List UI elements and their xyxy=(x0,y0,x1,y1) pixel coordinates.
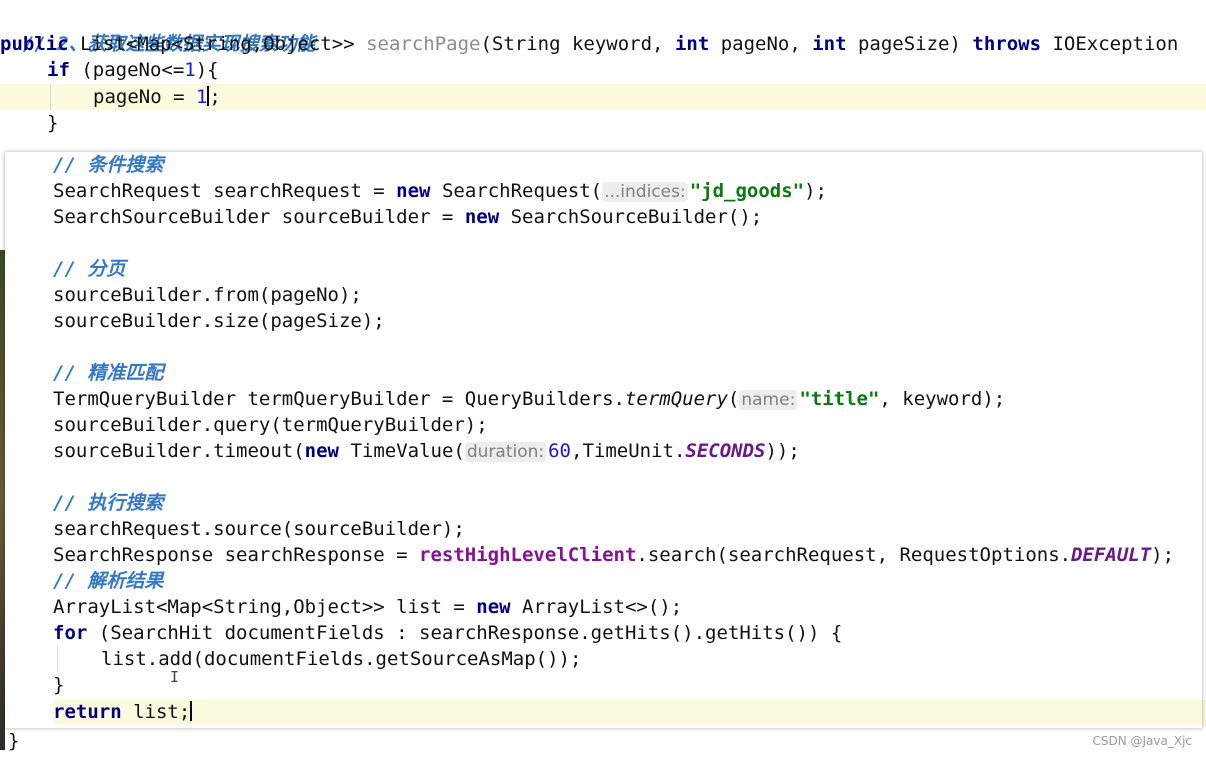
param-pagesize: pageSize) xyxy=(846,33,973,55)
static-field: SECONDS xyxy=(685,440,766,462)
param-hint-indices: ...indices: xyxy=(602,182,688,202)
close-brace: } xyxy=(53,674,65,696)
mouse-ibeam-cursor: I xyxy=(170,668,180,686)
code-text: , keyword); xyxy=(879,388,1006,410)
code-text: ( xyxy=(727,388,740,410)
comment-paging: // 分页 xyxy=(53,256,125,282)
watermark: CSDN @Java_Xjc xyxy=(1092,734,1192,748)
number-literal: 1 xyxy=(184,59,196,81)
keyword-for: for xyxy=(53,622,88,644)
code-text: ,TimeUnit. xyxy=(571,440,686,462)
keyword-return: return xyxy=(53,701,122,723)
params-open: (String keyword, xyxy=(480,33,675,55)
string-literal: "jd_goods" xyxy=(689,180,805,202)
code-line-arraylist[interactable]: ArrayList<Map<String,Object>> list = new… xyxy=(53,594,682,620)
code-comment: // 执行搜索 xyxy=(53,492,164,514)
assign-a: pageNo = xyxy=(93,86,196,108)
code-text: ); xyxy=(1151,544,1175,566)
code-text: SearchSourceBuilder(); xyxy=(499,206,763,228)
code-text: SearchRequest( xyxy=(430,180,603,202)
code-text: ArrayList<Map<String,Object>> list = xyxy=(53,596,477,618)
string-literal: "title" xyxy=(799,388,880,410)
code-text: list.add(documentFields.getSourceAsMap()… xyxy=(101,648,582,670)
code-line-close-for[interactable]: } xyxy=(53,672,64,698)
assign-b: ; xyxy=(209,86,221,108)
param-pageno: pageNo, xyxy=(709,33,813,55)
if-cond-a: (pageNo<= xyxy=(69,59,185,81)
keyword-if: if xyxy=(47,59,70,81)
return-type: List<Map<String,Object>> xyxy=(80,33,367,55)
if-cond-b: ){ xyxy=(195,59,219,81)
comment-exact: // 精准匹配 xyxy=(53,360,163,386)
code-comment: // 解析结果 xyxy=(53,570,164,592)
code-line-search-response[interactable]: SearchResponse searchResponse = restHigh… xyxy=(53,542,1174,568)
indent-guide xyxy=(50,84,51,110)
method-name: searchPage xyxy=(366,33,481,55)
code-line-close-if[interactable]: } xyxy=(47,110,58,136)
number-literal: 1 xyxy=(195,86,208,108)
keyword-int: int xyxy=(812,33,847,55)
code-text: SearchRequest searchRequest = xyxy=(53,180,397,202)
code-text: TermQueryBuilder termQueryBuilder = Quer… xyxy=(53,388,625,410)
code-line-source[interactable]: searchRequest.source(sourceBuilder); xyxy=(53,516,465,542)
code-line-for[interactable]: for (SearchHit documentFields : searchRe… xyxy=(53,620,842,646)
method-termquery: termQuery xyxy=(624,388,728,410)
code-text: sourceBuilder.query(termQueryBuilder); xyxy=(53,414,488,436)
keyword-new: new xyxy=(464,206,500,228)
code-text: .search(searchRequest, RequestOptions. xyxy=(636,544,1072,566)
keyword-new: new xyxy=(304,440,339,462)
field-client: restHighLevelClient xyxy=(419,544,637,566)
close-brace: } xyxy=(8,730,20,752)
code-line-method-signature[interactable]: public List<Map<String,Object>> searchPa… xyxy=(0,31,1178,57)
code-line-term-query[interactable]: TermQueryBuilder termQueryBuilder = Quer… xyxy=(53,386,1005,412)
code-line-close-method[interactable]: } xyxy=(8,728,19,754)
code-text: ArrayList<>(); xyxy=(510,596,683,618)
exception-type: IOException xyxy=(1041,33,1179,55)
code-comment: // 精准匹配 xyxy=(53,362,164,384)
code-text: SearchSourceBuilder sourceBuilder = xyxy=(53,206,465,228)
keyword-public: public xyxy=(0,33,69,55)
code-text: )); xyxy=(765,440,800,462)
code-text: sourceBuilder.from(pageNo); xyxy=(53,284,362,306)
code-line-assign[interactable]: pageNo = 1; xyxy=(93,84,221,110)
code-line-timeout[interactable]: sourceBuilder.timeout(new TimeValue(dura… xyxy=(53,438,800,464)
code-line-comment-2: // 2、获取这些数据实现搜索功能 xyxy=(0,5,316,55)
comment-execute: // 执行搜索 xyxy=(53,490,163,516)
keyword-new: new xyxy=(476,596,511,618)
code-line-return[interactable]: return list; xyxy=(53,699,1202,725)
code-text: list; xyxy=(121,701,191,723)
comment-condition: // 条件搜索 xyxy=(53,152,163,178)
comment-parse: // 解析结果 xyxy=(53,568,163,594)
keyword-new: new xyxy=(396,180,431,202)
code-text: SearchResponse searchResponse = xyxy=(53,544,420,566)
code-text: TimeValue( xyxy=(339,440,465,462)
code-line-query[interactable]: sourceBuilder.query(termQueryBuilder); xyxy=(53,412,488,438)
code-popup-panel[interactable]: // 条件搜索 SearchRequest searchRequest = ne… xyxy=(5,152,1202,728)
param-hint-duration: duration: xyxy=(464,442,547,462)
code-line-from[interactable]: sourceBuilder.from(pageNo); xyxy=(53,282,362,308)
code-comment: // 分页 xyxy=(53,258,126,280)
code-text: searchRequest.source(sourceBuilder); xyxy=(53,518,465,540)
indent-guide xyxy=(57,646,58,672)
keyword-throws: throws xyxy=(972,33,1042,55)
number-literal: 60 xyxy=(548,440,571,462)
static-field: DEFAULT xyxy=(1071,544,1152,566)
keyword-int: int xyxy=(674,33,710,55)
param-hint-name: name: xyxy=(739,390,798,410)
code-text: ); xyxy=(804,180,827,202)
text-caret xyxy=(190,701,193,721)
code-line-source-builder[interactable]: SearchSourceBuilder sourceBuilder = new … xyxy=(53,204,762,230)
code-comment: // 条件搜索 xyxy=(53,154,164,176)
code-text: sourceBuilder.timeout( xyxy=(53,440,305,462)
code-text: (SearchHit documentFields : searchRespon… xyxy=(87,622,843,644)
code-line-search-request[interactable]: SearchRequest searchRequest = new Search… xyxy=(53,178,827,204)
code-line-size[interactable]: sourceBuilder.size(pageSize); xyxy=(53,308,385,334)
code-line-if[interactable]: if (pageNo<=1){ xyxy=(47,57,219,83)
close-brace: } xyxy=(47,112,59,134)
code-text: sourceBuilder.size(pageSize); xyxy=(53,310,385,332)
